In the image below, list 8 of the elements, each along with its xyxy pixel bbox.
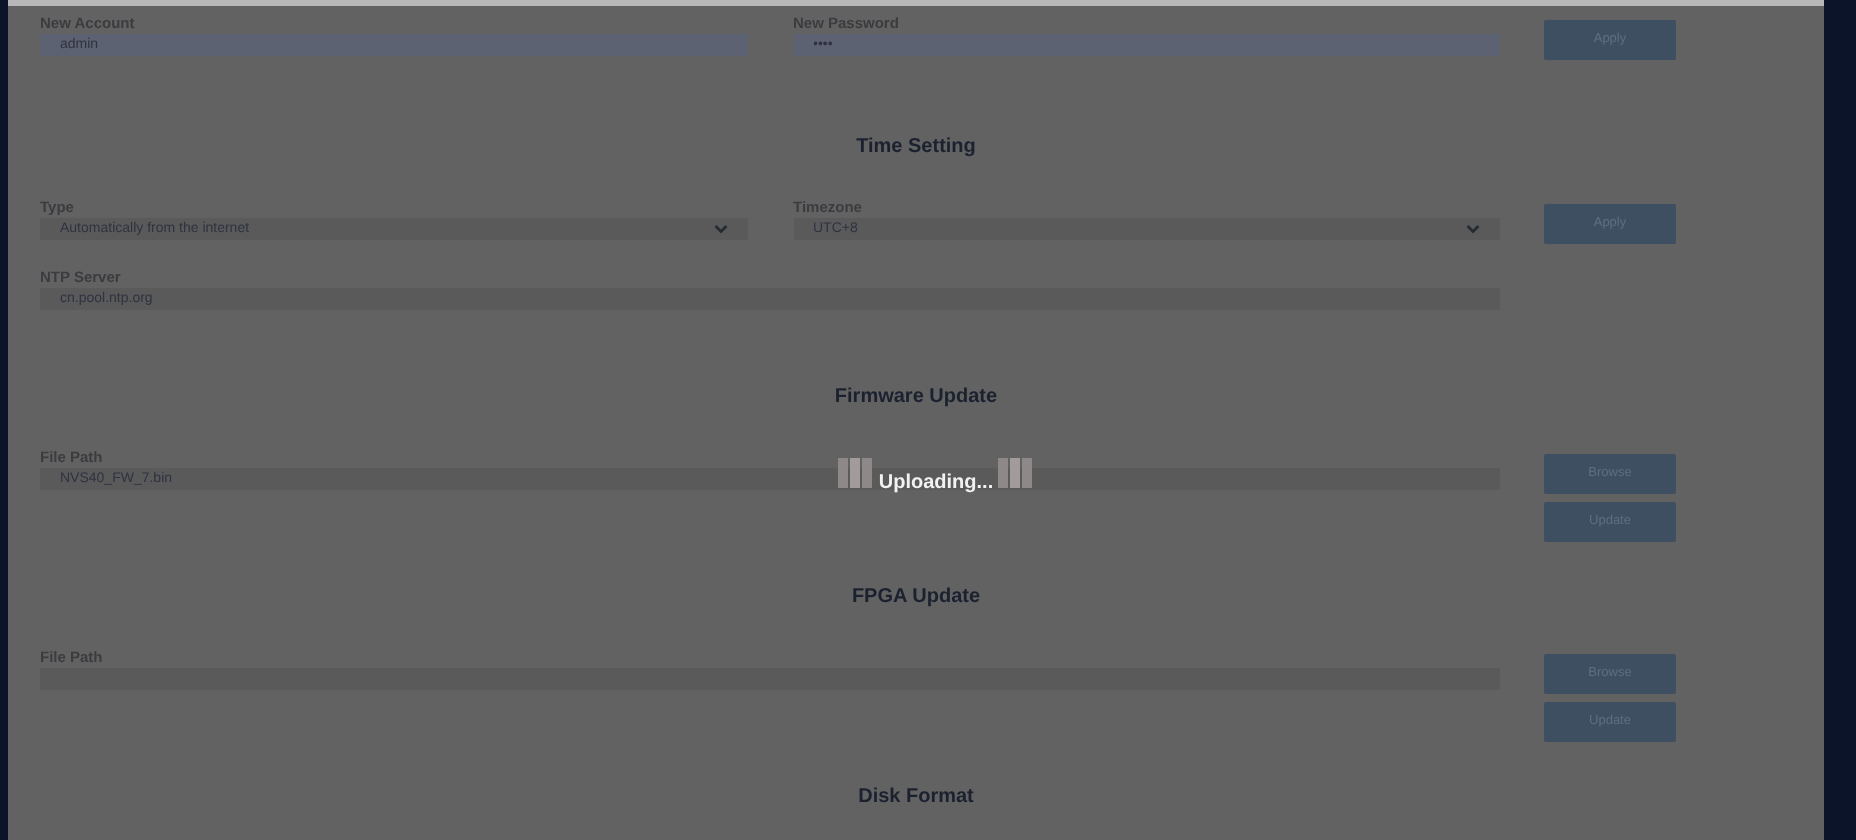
section-title: Disk Format <box>856 784 976 812</box>
section-title: Firmware Update <box>832 384 1000 412</box>
section-title: Time Setting <box>854 134 978 162</box>
chevron-icon <box>713 224 727 234</box>
loading-bars-icon <box>838 457 875 487</box>
chevron-icon <box>1466 224 1480 234</box>
section-title: FPGA Update <box>849 584 983 612</box>
loading-bars-icon <box>997 457 1034 487</box>
